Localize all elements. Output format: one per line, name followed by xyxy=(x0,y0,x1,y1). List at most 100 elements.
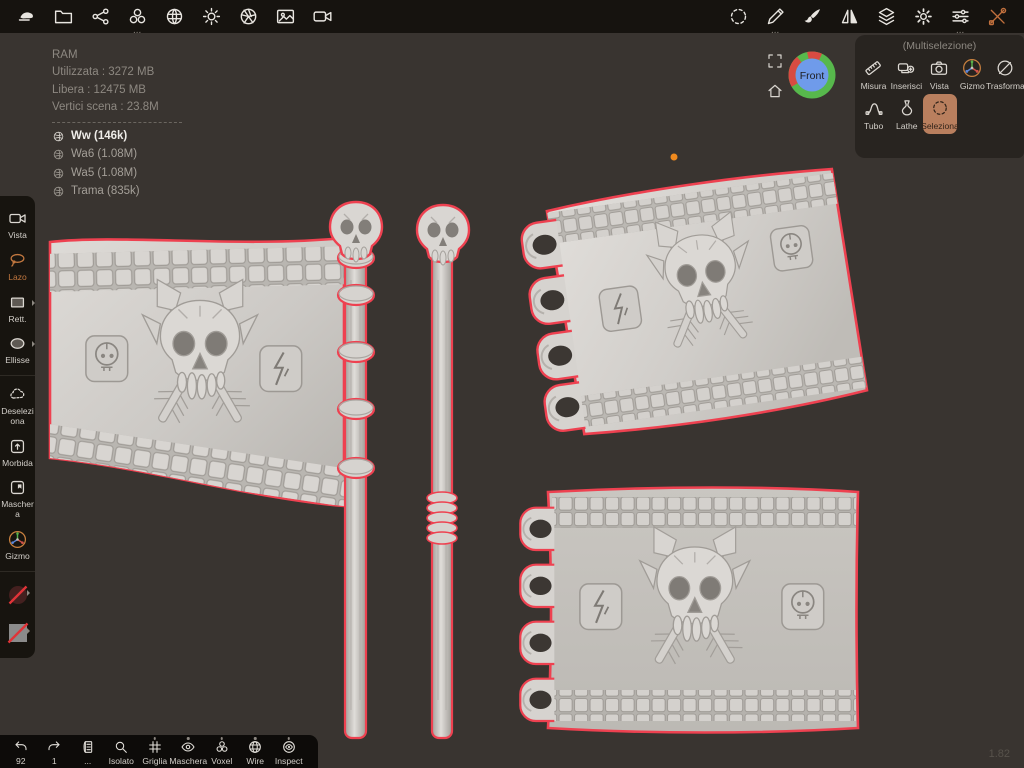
gizmo-axes-icon xyxy=(8,530,27,548)
stats-panel: RAM Utilizzata : 3272 MB Libera : 12475 … xyxy=(52,47,182,201)
griglia-button[interactable]: Griglia xyxy=(138,737,172,766)
scene-vertices: Vertici scena : 23.8M xyxy=(52,100,159,113)
tool-seleziona[interactable]: Seleziona xyxy=(921,94,959,134)
voxel-button[interactable]: Voxel xyxy=(205,737,239,766)
undo-button[interactable]: 92 xyxy=(4,737,38,766)
sphere-cluster-icon xyxy=(216,741,228,752)
multiselect-row-2: Tubo Lathe Seleziona xyxy=(855,94,1024,134)
mesh-flag-on-pole[interactable] xyxy=(38,200,384,740)
submenu-arrow xyxy=(32,341,35,348)
scene-graph-icon[interactable] xyxy=(82,0,119,33)
scene-object-row[interactable]: Wa6 (1.08M) xyxy=(52,146,182,163)
tool-inserisci[interactable]: Inserisci xyxy=(890,54,923,94)
tool-gizmo[interactable]: Gizmo xyxy=(956,54,989,94)
color-swatch-disabled[interactable] xyxy=(6,583,30,607)
history-button[interactable]: ... xyxy=(71,737,105,766)
matcap-icon[interactable] xyxy=(156,0,193,33)
postprocess-icon[interactable] xyxy=(230,0,267,33)
lasso-icon xyxy=(10,253,25,267)
sidebar-item-gizmo[interactable]: Gizmo xyxy=(0,530,35,562)
tool-label: Tubo xyxy=(863,121,884,131)
symmetry-icon[interactable] xyxy=(831,0,868,33)
scene-object-row[interactable]: Trama (835k) xyxy=(52,183,182,200)
submenu-dot xyxy=(287,737,290,740)
button-label: Voxel xyxy=(211,756,233,766)
left-toolbar: Vista Lazo Rett. Ellisse Deseleziona Mor… xyxy=(0,196,35,658)
sidebar-item-label: Maschera xyxy=(1,499,34,520)
tool-vista[interactable]: Vista xyxy=(923,54,956,94)
interface-sliders-icon[interactable]: ... xyxy=(942,0,979,36)
magnifier-icon xyxy=(116,741,128,753)
divider xyxy=(0,375,35,377)
redo-icon xyxy=(48,741,60,751)
top-toolbar-left: ... xyxy=(8,0,341,36)
sidebar-item-morbida[interactable]: Morbida xyxy=(0,437,35,469)
tool-label: Inserisci xyxy=(890,81,923,91)
submenu-dot xyxy=(187,737,190,740)
scene-object-name: Wa6 (1.08M) xyxy=(71,148,138,161)
sidebar-item-ellisse[interactable]: Ellisse xyxy=(0,334,35,366)
mesh-banner-bottom-right[interactable] xyxy=(519,486,860,734)
history-list-icon xyxy=(83,741,92,753)
texture-swatch-disabled[interactable] xyxy=(6,621,30,645)
lighting-icon[interactable] xyxy=(193,0,230,33)
sidebar-item-label: Morbida xyxy=(2,457,33,468)
tool-label: Vista xyxy=(929,81,949,91)
pencil-icon[interactable]: ... xyxy=(757,0,794,36)
top-toolbar: ... ... ... xyxy=(0,0,1024,36)
sidebar-item-label: Rett. xyxy=(8,313,27,324)
top-toolbar-right: ... ... xyxy=(720,0,1016,36)
mesh-spare-pole[interactable] xyxy=(415,203,471,740)
tool-trasforma[interactable]: Trasforma xyxy=(986,54,1024,94)
folder-icon[interactable] xyxy=(45,0,82,33)
inspect-button[interactable]: Inspect xyxy=(272,737,306,766)
sidebar-item-deseleziona[interactable]: Deseleziona xyxy=(0,385,35,427)
lathe-vase-icon xyxy=(901,100,912,116)
grid-icon xyxy=(148,741,161,753)
sidebar-item-lazo[interactable]: Lazo xyxy=(0,251,35,283)
view-orientation-label: Front xyxy=(800,70,825,82)
settings-gear-icon[interactable] xyxy=(905,0,942,33)
isolato-button[interactable]: Isolato xyxy=(105,737,139,766)
undo-icon xyxy=(15,741,27,751)
view-orientation-ball[interactable]: Front xyxy=(786,49,838,101)
background-image-icon[interactable] xyxy=(267,0,304,33)
history-more-label: ... xyxy=(84,756,92,766)
maschera-button[interactable]: Maschera xyxy=(169,737,207,766)
ellipse-icon xyxy=(10,338,25,350)
tool-lathe[interactable]: Lathe xyxy=(890,94,923,134)
tube-curve-icon xyxy=(865,103,883,116)
scene-object-row[interactable]: Wa5 (1.08M) xyxy=(52,165,182,182)
fullscreen-icon[interactable] xyxy=(766,52,784,70)
sidebar-item-vista[interactable]: Vista xyxy=(0,209,35,241)
ram-title: RAM xyxy=(52,49,78,61)
inspect-eye-icon xyxy=(282,741,295,753)
selection-mask-icon[interactable] xyxy=(720,0,757,33)
tool-misura[interactable]: Misura xyxy=(857,54,890,94)
scene-object-name: Ww (146k) xyxy=(71,130,128,142)
scene-object-row[interactable]: Ww (146k) xyxy=(52,128,182,145)
ram-used: Utilizzata : 3272 MB xyxy=(52,66,155,79)
scene-object-name: Trama (835k) xyxy=(71,184,140,197)
layers-icon[interactable] xyxy=(868,0,905,33)
redo-button[interactable]: 1 xyxy=(38,737,72,766)
sidebar-item-label: Gizmo xyxy=(5,550,30,561)
wire-button[interactable]: Wire xyxy=(239,737,273,766)
sidebar-item-rett[interactable]: Rett. xyxy=(0,293,35,325)
app-logo-icon[interactable] xyxy=(8,0,45,33)
materials-icon[interactable]: ... xyxy=(119,0,156,36)
mesh-icon xyxy=(53,186,64,197)
photo-camera-icon xyxy=(931,61,948,75)
paintbrush-icon[interactable] xyxy=(794,0,831,33)
debug-tools-icon[interactable] xyxy=(979,0,1016,33)
tool-tubo[interactable]: Tubo xyxy=(857,94,890,134)
divider xyxy=(0,570,35,572)
home-icon[interactable] xyxy=(766,82,784,100)
ruler-icon xyxy=(865,61,882,76)
multiselect-title: (Multiselezione) xyxy=(902,40,977,52)
mesh-banner-top-right[interactable] xyxy=(517,164,872,443)
gizmo-axes-icon xyxy=(963,59,982,77)
camera-icon[interactable] xyxy=(304,0,341,33)
sidebar-item-maschera[interactable]: Maschera xyxy=(0,478,35,520)
submenu-dot xyxy=(220,737,223,740)
